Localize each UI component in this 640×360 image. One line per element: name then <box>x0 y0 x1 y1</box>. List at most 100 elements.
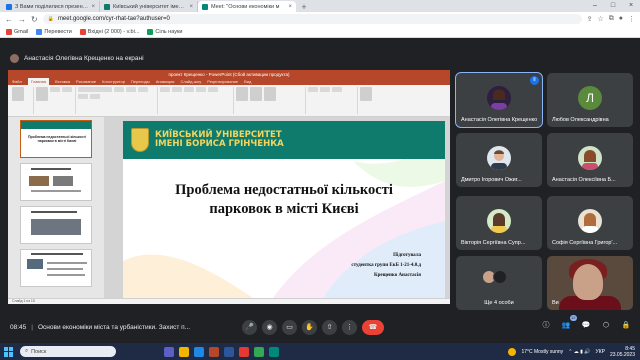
styles-icon <box>264 87 276 101</box>
file-explorer-icon[interactable] <box>179 346 189 357</box>
back-icon[interactable]: ← <box>5 15 13 24</box>
camera-button[interactable]: ◉ <box>262 320 277 335</box>
slide-thumbnail: 4 <box>20 249 92 287</box>
app-icon[interactable] <box>239 346 249 357</box>
avatar <box>578 209 602 233</box>
select-icon <box>332 87 342 92</box>
teams-icon[interactable] <box>164 346 174 357</box>
ribbon-tab: Переходы <box>130 79 150 84</box>
activities-icon[interactable]: ⬡ <box>600 320 612 332</box>
forward-icon[interactable]: → <box>18 15 26 24</box>
participant-name: Дмитро Ігорович Ожиг... <box>461 177 522 183</box>
weather-text[interactable]: 17°C Mostly sunny <box>521 349 563 355</box>
presenter-label: Анастасія Олегівна Крещенко на екрані <box>24 54 144 62</box>
browser-tab-active[interactable]: Meet: "Основи економіки м × <box>198 1 296 12</box>
browser-tab[interactable]: Київський університет імені Бо × <box>100 1 198 12</box>
more-options-button[interactable]: ⋮ <box>342 320 357 335</box>
participant-tile[interactable]: Дмитро Ігорович Ожиг... <box>456 133 542 187</box>
bookmark-science[interactable]: Сіль науки <box>147 28 182 35</box>
extensions-icon[interactable]: ⧉ <box>609 15 614 23</box>
close-icon[interactable]: × <box>288 4 292 10</box>
search-icon: ⌕ <box>25 348 29 354</box>
star-icon[interactable]: ☆ <box>597 15 603 23</box>
ppt-status-bar: Слайд 1 из 15 <box>8 298 450 304</box>
avatar-image <box>491 213 507 233</box>
participant-name: Анастасія Олегівна Крещенко <box>461 117 538 123</box>
participant-tile[interactable]: Софія Сергіївна Григор'... <box>547 196 633 250</box>
close-window-icon[interactable]: × <box>622 0 640 12</box>
minimize-icon[interactable]: – <box>586 0 604 12</box>
self-view-tile[interactable]: Ви <box>547 256 633 310</box>
find-icon <box>308 87 318 92</box>
start-button[interactable] <box>4 346 14 357</box>
replace-icon <box>320 87 330 92</box>
participant-tile[interactable]: Л Любов Олександрівна <box>547 73 633 127</box>
host-controls-icon[interactable]: 🔒 <box>620 320 632 332</box>
edge-icon[interactable] <box>194 346 204 357</box>
ribbon-tab-active: Главная <box>27 78 50 85</box>
meet-icon <box>202 3 208 10</box>
avatar-image <box>582 213 598 233</box>
powerpoint-icon[interactable] <box>209 346 219 357</box>
ribbon-group <box>308 87 358 114</box>
avatar-image <box>491 150 507 170</box>
thumb-picture <box>31 219 81 235</box>
people-icon[interactable]: 👥 12 <box>560 315 577 332</box>
author-line: Підготувала <box>393 253 421 258</box>
layout-icon <box>50 87 60 92</box>
menu-icon[interactable]: ⋮ <box>628 15 635 23</box>
chrome-icon[interactable] <box>254 346 264 357</box>
bookmark-inbox[interactable]: Вхідні (2 000) - v.bi... <box>79 28 139 35</box>
color-icon <box>90 94 100 99</box>
microphone-button[interactable]: 🎤 <box>242 320 257 335</box>
bookmark-translate[interactable]: Перевести <box>36 28 72 35</box>
university-crest-icon <box>131 128 149 152</box>
tray-icons[interactable]: ⌃ ☁ ▮ 🔊 <box>568 349 590 355</box>
meeting-time: 08:45 <box>10 323 27 331</box>
present-button[interactable]: ⇧ <box>322 320 337 335</box>
more-participants-tile[interactable]: Ще 4 особи <box>456 256 542 310</box>
new-tab-button[interactable]: + <box>299 2 309 12</box>
meet-taskbar-icon[interactable] <box>269 346 279 357</box>
word-icon[interactable] <box>224 346 234 357</box>
browser-tab[interactable]: З Вами поділилися презентаці × <box>2 1 100 12</box>
thumb-line <box>31 168 71 170</box>
ribbon-tab: Вставка <box>55 79 70 84</box>
ppt-window-title: проект Крещенко - PowerPoint (Сбой актив… <box>8 70 450 78</box>
share-icon[interactable]: ⇪ <box>587 15 593 23</box>
bookmarks-bar: Gmail Перевести Вхідні (2 000) - v.bi...… <box>0 26 640 38</box>
reload-icon[interactable]: ↻ <box>31 15 38 24</box>
chat-icon[interactable]: 💬 <box>580 320 592 332</box>
avatar-image <box>582 150 598 170</box>
slide-title: Проблема недостатньої кількості парковок… <box>123 181 445 219</box>
dictate-icon <box>360 87 372 101</box>
thumb-banner <box>21 121 91 129</box>
participant-tile[interactable]: Анастасія Олексіївна Б... <box>547 133 633 187</box>
url-field[interactable]: 🔒 meet.google.com/cyr-rhat-tae?authuser=… <box>42 14 582 24</box>
participant-tile[interactable]: ⦀ Анастасія Олегівна Крещенко <box>455 72 543 128</box>
info-icon[interactable]: ⓘ <box>540 320 552 332</box>
bold-icon <box>126 87 136 92</box>
clock[interactable]: 8:45 23.05.2023 <box>610 346 635 358</box>
end-call-button[interactable]: ☎ <box>362 320 384 335</box>
language-indicator[interactable]: УКР <box>596 349 605 355</box>
participant-name: Ще 4 особи <box>484 300 514 306</box>
italic-icon <box>138 87 148 92</box>
bookmark-gmail[interactable]: Gmail <box>6 28 28 35</box>
ribbon-group <box>36 87 76 114</box>
raise-hand-button[interactable]: ✋ <box>302 320 317 335</box>
captions-button[interactable]: ▭ <box>282 320 297 335</box>
slide-editor: КИЇВСЬКИЙ УНІВЕРСИТЕТ ІМЕНІ БОРИСА ГРІНЧ… <box>104 117 450 304</box>
paste-icon <box>12 87 24 101</box>
profile-icon[interactable]: ● <box>619 15 623 23</box>
slide-thumbnail: 1 Проблема недостатньої кількості парков… <box>20 120 92 158</box>
participant-tile[interactable]: Вікторія Сергіївна Супр... <box>456 196 542 250</box>
maximize-icon[interactable]: □ <box>604 0 622 12</box>
close-icon[interactable]: × <box>189 4 193 10</box>
tab-title: Meet: "Основи економіки м <box>211 3 280 10</box>
close-icon[interactable]: × <box>91 4 95 10</box>
taskbar-search[interactable]: ⌕ Поиск <box>20 346 116 357</box>
university-icon <box>104 3 110 10</box>
avatar-initial: Л <box>578 86 602 110</box>
url-text: meet.google.com/cyr-rhat-tae?authuser=0 <box>57 16 170 22</box>
